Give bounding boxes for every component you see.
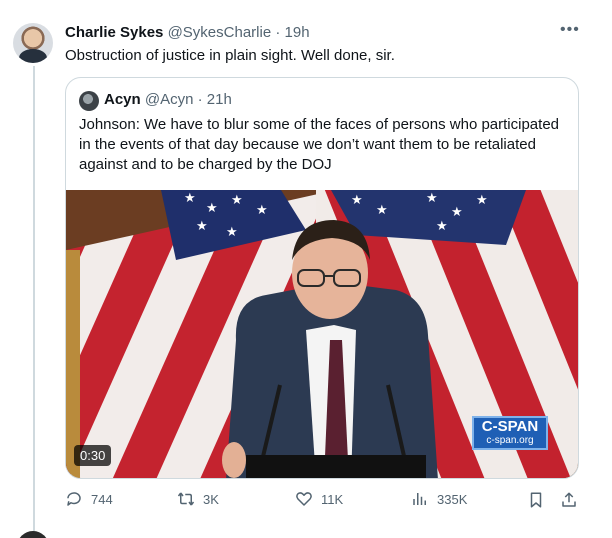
video-duration: 0:30 — [74, 445, 112, 466]
cspan-watermark: C-SPAN c-span.org — [472, 416, 548, 450]
author-handle[interactable]: @SykesCharlie — [168, 24, 272, 41]
svg-text:★: ★ — [256, 203, 268, 218]
svg-text:★: ★ — [184, 191, 196, 206]
thread-line — [33, 66, 35, 534]
like-button[interactable]: 11K — [295, 490, 343, 508]
tweet-header: Charlie Sykes @SykesCharlie · 19h — [65, 24, 310, 41]
tweet-text: Obstruction of justice in plain sight. W… — [65, 47, 395, 64]
next-tweet-avatar[interactable] — [17, 531, 49, 538]
quoted-tweet[interactable]: Acyn @Acyn · 21h Johnson: We have to blu… — [65, 77, 579, 479]
reply-count: 744 — [91, 491, 113, 507]
repost-button[interactable]: 3K — [177, 490, 219, 508]
quoted-author-name: Acyn — [104, 91, 141, 108]
quoted-author-handle: @Acyn — [144, 91, 194, 108]
views-icon — [413, 493, 426, 505]
action-bar: 744 3K 11K 335K — [65, 490, 579, 512]
svg-text:★: ★ — [376, 203, 388, 218]
svg-text:★: ★ — [231, 193, 243, 208]
tweet-time[interactable]: · 19h — [275, 24, 309, 41]
author-avatar[interactable] — [13, 23, 53, 63]
svg-text:★: ★ — [436, 219, 448, 234]
svg-text:★: ★ — [351, 193, 363, 208]
quoted-tweet-header: Acyn @Acyn · 21h — [104, 91, 232, 108]
author-name[interactable]: Charlie Sykes — [65, 24, 163, 41]
svg-text:★: ★ — [226, 225, 238, 240]
video-player[interactable]: ★ ★ ★ ★ ★ ★ ★ ★ ★ ★ ★ ★ 0:30 C-SPAN c-sp… — [66, 190, 578, 478]
reply-icon — [67, 492, 81, 506]
svg-text:★: ★ — [426, 191, 438, 206]
bookmark-icon[interactable] — [527, 491, 545, 509]
quoted-tweet-time: · 21h — [197, 91, 232, 108]
cspan-logo-text: C-SPAN — [481, 418, 539, 435]
svg-text:★: ★ — [476, 193, 488, 208]
quoted-tweet-text: Johnson: We have to blur some of the fac… — [79, 116, 559, 173]
share-icon[interactable] — [560, 491, 578, 509]
tweet[interactable]: Charlie Sykes @SykesCharlie · 19h ••• Ob… — [0, 0, 612, 538]
like-count: 11K — [321, 491, 344, 507]
like-icon — [296, 492, 312, 506]
reply-button[interactable]: 744 — [65, 490, 113, 508]
svg-text:★: ★ — [451, 205, 463, 220]
views-button[interactable]: 335K — [411, 490, 467, 508]
repost-icon — [177, 492, 195, 506]
svg-text:★: ★ — [206, 201, 218, 216]
more-horizontal-icon[interactable]: ••• — [560, 21, 580, 39]
svg-text:★: ★ — [196, 219, 208, 234]
quoted-author-avatar — [79, 91, 99, 111]
repost-count: 3K — [203, 491, 219, 507]
views-count: 335K — [437, 491, 468, 507]
cspan-url: c-span.org — [486, 435, 534, 446]
